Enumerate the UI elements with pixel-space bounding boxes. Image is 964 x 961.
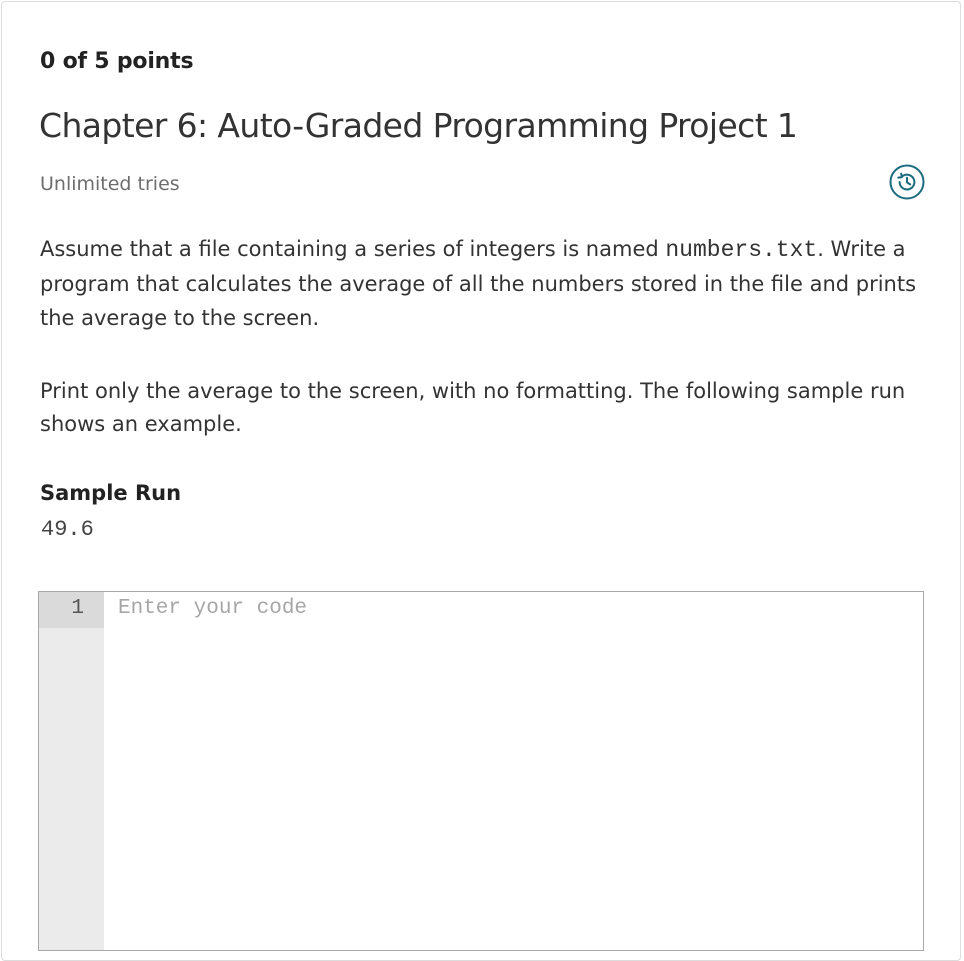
code-editor[interactable]: 1 xyxy=(38,591,924,951)
line-number-gutter xyxy=(39,592,104,950)
tries-label: Unlimited tries xyxy=(40,173,180,195)
points-label: 0 of 5 points xyxy=(40,49,194,74)
prompt-paragraph: Assume that a file containing a series o… xyxy=(40,232,920,335)
prompt-instructions: Print only the average to the screen, wi… xyxy=(40,379,906,436)
filename-code: numbers.txt xyxy=(665,237,818,263)
history-button[interactable] xyxy=(889,164,925,200)
prompt-text-before: Assume that a file containing a series o… xyxy=(40,237,666,261)
code-input[interactable] xyxy=(109,592,919,948)
line-number: 1 xyxy=(39,592,104,628)
question-title: Chapter 6: Auto-Graded Programming Proje… xyxy=(39,106,798,145)
history-icon xyxy=(889,164,925,200)
sample-run-heading: Sample Run xyxy=(40,481,182,505)
sample-run-output: 49.6 xyxy=(41,517,94,542)
